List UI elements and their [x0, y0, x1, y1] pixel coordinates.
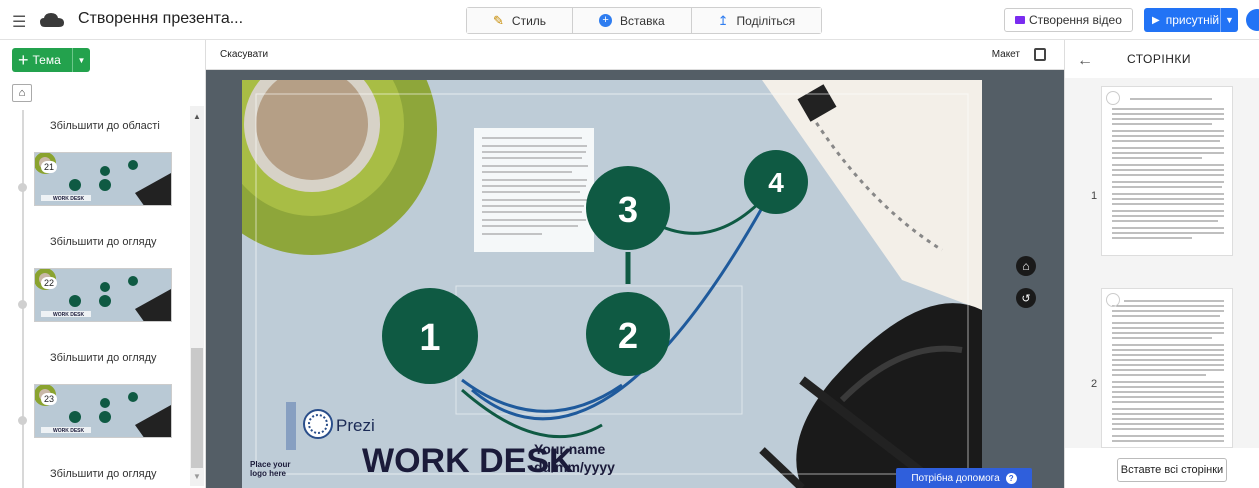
step-number-2: 2: [618, 315, 638, 356]
slide-thumbnail[interactable]: 21 WORK DESK: [34, 152, 172, 206]
step-number-4: 4: [768, 167, 784, 198]
name-text[interactable]: Your name: [534, 441, 606, 457]
style-button[interactable]: ✎ Стиль: [467, 8, 574, 33]
top-bar: ☰ Створення презента... ✎ Стиль + Вставк…: [0, 0, 1259, 40]
video-label: Створення відео: [1029, 13, 1122, 27]
style-label: Стиль: [511, 13, 547, 28]
pages-panel: ← СТОРІНКИ 1 2 Вставте всі сторінки: [1064, 40, 1259, 488]
thumb-headline: WORK DESK: [53, 312, 85, 318]
share-label: Поділіться: [736, 13, 796, 28]
present-label: присутній: [1165, 13, 1220, 27]
share-icon: ↥: [717, 12, 729, 28]
canvas-toolbar: Скасувати Макет: [206, 40, 1064, 70]
step-number-1: 1: [419, 317, 440, 359]
timeline-line: [22, 110, 24, 488]
slide-number: 22: [41, 277, 58, 289]
play-icon: ▶: [1152, 14, 1160, 26]
page-text-preview: [1112, 98, 1224, 239]
scroll-up-icon[interactable]: ▲: [193, 112, 201, 121]
timeline-dot: [18, 183, 27, 192]
add-topic-button[interactable]: + Тема ▼: [12, 48, 90, 72]
share-button[interactable]: ↥ Поділіться: [691, 8, 822, 33]
present-button[interactable]: ▶ присутній ▼: [1144, 8, 1238, 32]
date-text[interactable]: dd/mm/yyyy: [534, 459, 615, 475]
sidebar-item-label[interactable]: Збільшити до огляду: [50, 468, 157, 480]
layout-button[interactable]: Макет: [992, 49, 1020, 60]
sidebar-item-label[interactable]: Збільшити до огляду: [50, 236, 157, 248]
page-number: 1: [1091, 190, 1098, 202]
home-icon[interactable]: ⌂: [12, 84, 32, 102]
slide-canvas[interactable]: 1 2 3 4 Prezi WORK DESK Your name dd/mm/…: [242, 80, 982, 488]
video-camera-icon: [1015, 16, 1025, 24]
help-label: Потрібна допомога: [911, 472, 1000, 484]
page-select-checkbox[interactable]: [1106, 293, 1120, 307]
toolbar-group: ✎ Стиль + Вставка ↥ Поділіться: [466, 7, 823, 34]
sidebar-item-label[interactable]: Збільшити до області: [50, 120, 160, 132]
slide-number: 23: [41, 393, 58, 405]
page-thumbnail[interactable]: [1101, 86, 1233, 256]
thumb-headline: WORK DESK: [53, 196, 85, 202]
thumb-headline: WORK DESK: [53, 428, 85, 434]
sidebar-item-label[interactable]: Збільшити до огляду: [50, 352, 157, 364]
outline-sidebar: + Тема ▼ ⌂ Збільшити до області 21 WORK …: [0, 40, 206, 488]
page-thumbnail[interactable]: [1101, 288, 1233, 448]
plus-circle-icon: +: [599, 14, 613, 27]
page-number: 2: [1091, 378, 1098, 390]
insert-button[interactable]: + Вставка: [573, 8, 692, 33]
step-number-3: 3: [618, 189, 638, 230]
present-dropdown-icon[interactable]: ▼: [1220, 8, 1238, 32]
scrollbar-thumb[interactable]: [191, 348, 203, 468]
plus-icon: +: [18, 49, 29, 70]
question-icon: ?: [1005, 472, 1017, 484]
cloud-icon[interactable]: [38, 8, 66, 32]
insert-all-pages-button[interactable]: Вставте всі сторінки: [1117, 458, 1227, 482]
topic-label: Тема: [32, 53, 61, 67]
editor-canvas-area: Скасувати Макет 1 2 3 4 Prezi WORK DESK …: [206, 40, 1064, 488]
page-select-checkbox[interactable]: [1106, 91, 1120, 105]
slide-number: 21: [41, 161, 58, 173]
back-arrow-icon[interactable]: ←: [1077, 52, 1093, 70]
create-video-button[interactable]: Створення відео: [1004, 8, 1133, 32]
logo-placeholder-text[interactable]: Place your logo here: [250, 460, 302, 478]
scroll-down-icon[interactable]: ▼: [193, 472, 201, 481]
timeline-dot: [18, 416, 27, 425]
slide-thumbnail[interactable]: 22 WORK DESK: [34, 268, 172, 322]
cancel-button[interactable]: Скасувати: [220, 49, 268, 60]
presentation-title[interactable]: Створення презента...: [78, 10, 243, 28]
magic-wand-icon: ✎: [493, 12, 504, 28]
back-nav-icon[interactable]: ↺: [1016, 288, 1036, 308]
brand-text: Prezi: [336, 416, 375, 435]
help-button[interactable]: Потрібна допомога ?: [896, 468, 1032, 488]
topic-dropdown-icon[interactable]: ▼: [72, 48, 90, 72]
pages-list: 1 2: [1065, 78, 1259, 448]
layout-icon[interactable]: [1034, 48, 1046, 61]
timeline-dot: [18, 300, 27, 309]
page-text-preview: [1112, 300, 1224, 442]
menu-icon[interactable]: ☰: [12, 12, 26, 32]
pages-title: СТОРІНКИ: [1127, 52, 1192, 66]
home-nav-icon[interactable]: ⌂: [1016, 256, 1036, 276]
insert-label: Вставка: [620, 13, 665, 28]
slide-thumbnail[interactable]: 23 WORK DESK: [34, 384, 172, 438]
avatar[interactable]: [1246, 9, 1259, 31]
